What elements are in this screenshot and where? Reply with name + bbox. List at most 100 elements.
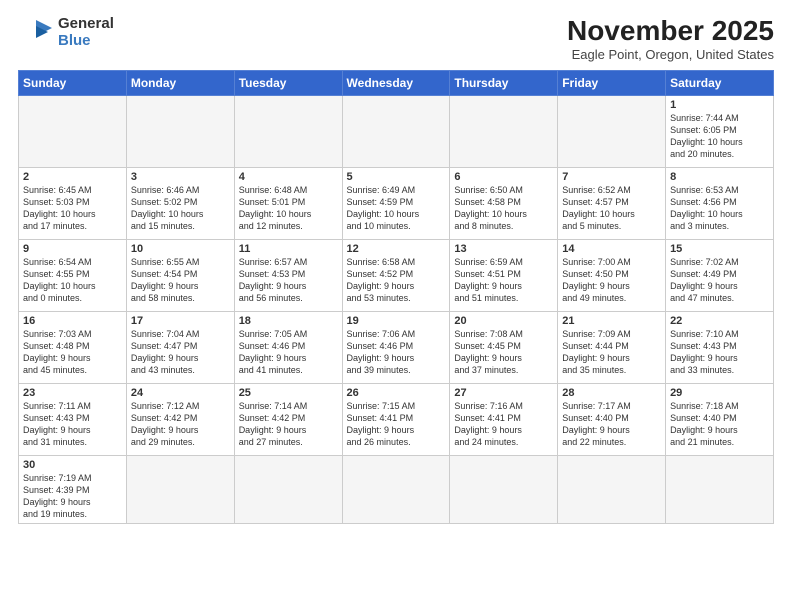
weekday-header-monday: Monday (126, 70, 234, 95)
day-number: 22 (670, 315, 769, 327)
logo-icon (18, 18, 54, 48)
day-info: Sunrise: 6:53 AM Sunset: 4:56 PM Dayligh… (670, 184, 769, 233)
day-number: 16 (23, 315, 122, 327)
day-info: Sunrise: 6:52 AM Sunset: 4:57 PM Dayligh… (562, 184, 661, 233)
calendar-cell: 23Sunrise: 7:11 AM Sunset: 4:43 PM Dayli… (19, 383, 127, 455)
calendar-cell: 22Sunrise: 7:10 AM Sunset: 4:43 PM Dayli… (666, 311, 774, 383)
calendar-week-row: 1Sunrise: 7:44 AM Sunset: 6:05 PM Daylig… (19, 95, 774, 167)
calendar-cell (19, 95, 127, 167)
logo-general: General (58, 15, 114, 32)
weekday-header-thursday: Thursday (450, 70, 558, 95)
day-number: 8 (670, 171, 769, 183)
day-number: 7 (562, 171, 661, 183)
day-info: Sunrise: 6:54 AM Sunset: 4:55 PM Dayligh… (23, 256, 122, 305)
day-number: 6 (454, 171, 553, 183)
weekday-header-wednesday: Wednesday (342, 70, 450, 95)
calendar-cell (558, 95, 666, 167)
day-number: 11 (239, 243, 338, 255)
weekday-header-friday: Friday (558, 70, 666, 95)
calendar-cell (126, 95, 234, 167)
day-number: 26 (347, 387, 446, 399)
day-info: Sunrise: 7:08 AM Sunset: 4:45 PM Dayligh… (454, 328, 553, 377)
weekday-header-saturday: Saturday (666, 70, 774, 95)
calendar-cell: 16Sunrise: 7:03 AM Sunset: 4:48 PM Dayli… (19, 311, 127, 383)
day-number: 17 (131, 315, 230, 327)
logo-blue: Blue (58, 32, 91, 49)
calendar-cell: 14Sunrise: 7:00 AM Sunset: 4:50 PM Dayli… (558, 239, 666, 311)
day-info: Sunrise: 6:57 AM Sunset: 4:53 PM Dayligh… (239, 256, 338, 305)
calendar-week-row: 30Sunrise: 7:19 AM Sunset: 4:39 PM Dayli… (19, 455, 774, 524)
calendar-cell: 21Sunrise: 7:09 AM Sunset: 4:44 PM Dayli… (558, 311, 666, 383)
day-info: Sunrise: 7:00 AM Sunset: 4:50 PM Dayligh… (562, 256, 661, 305)
calendar-cell: 12Sunrise: 6:58 AM Sunset: 4:52 PM Dayli… (342, 239, 450, 311)
calendar-cell: 4Sunrise: 6:48 AM Sunset: 5:01 PM Daylig… (234, 167, 342, 239)
calendar-cell: 1Sunrise: 7:44 AM Sunset: 6:05 PM Daylig… (666, 95, 774, 167)
day-info: Sunrise: 6:50 AM Sunset: 4:58 PM Dayligh… (454, 184, 553, 233)
day-info: Sunrise: 7:02 AM Sunset: 4:49 PM Dayligh… (670, 256, 769, 305)
calendar-cell: 24Sunrise: 7:12 AM Sunset: 4:42 PM Dayli… (126, 383, 234, 455)
calendar-cell: 28Sunrise: 7:17 AM Sunset: 4:40 PM Dayli… (558, 383, 666, 455)
calendar-cell: 9Sunrise: 6:54 AM Sunset: 4:55 PM Daylig… (19, 239, 127, 311)
logo-text: General Blue (58, 16, 114, 49)
logo: General Blue (18, 16, 114, 49)
day-number: 24 (131, 387, 230, 399)
day-number: 4 (239, 171, 338, 183)
day-number: 1 (670, 99, 769, 111)
calendar-cell (342, 455, 450, 524)
title-block: November 2025 Eagle Point, Oregon, Unite… (567, 16, 774, 62)
day-number: 14 (562, 243, 661, 255)
calendar-cell: 5Sunrise: 6:49 AM Sunset: 4:59 PM Daylig… (342, 167, 450, 239)
calendar-cell: 11Sunrise: 6:57 AM Sunset: 4:53 PM Dayli… (234, 239, 342, 311)
calendar-cell: 7Sunrise: 6:52 AM Sunset: 4:57 PM Daylig… (558, 167, 666, 239)
calendar-week-row: 16Sunrise: 7:03 AM Sunset: 4:48 PM Dayli… (19, 311, 774, 383)
day-number: 18 (239, 315, 338, 327)
day-info: Sunrise: 6:48 AM Sunset: 5:01 PM Dayligh… (239, 184, 338, 233)
calendar-week-row: 9Sunrise: 6:54 AM Sunset: 4:55 PM Daylig… (19, 239, 774, 311)
calendar-cell: 29Sunrise: 7:18 AM Sunset: 4:40 PM Dayli… (666, 383, 774, 455)
calendar-cell: 10Sunrise: 6:55 AM Sunset: 4:54 PM Dayli… (126, 239, 234, 311)
day-number: 21 (562, 315, 661, 327)
day-number: 10 (131, 243, 230, 255)
calendar-cell (234, 95, 342, 167)
calendar-cell (126, 455, 234, 524)
day-number: 23 (23, 387, 122, 399)
calendar-cell: 3Sunrise: 6:46 AM Sunset: 5:02 PM Daylig… (126, 167, 234, 239)
day-info: Sunrise: 6:45 AM Sunset: 5:03 PM Dayligh… (23, 184, 122, 233)
day-number: 5 (347, 171, 446, 183)
day-info: Sunrise: 7:19 AM Sunset: 4:39 PM Dayligh… (23, 472, 122, 521)
calendar-cell: 2Sunrise: 6:45 AM Sunset: 5:03 PM Daylig… (19, 167, 127, 239)
day-info: Sunrise: 7:15 AM Sunset: 4:41 PM Dayligh… (347, 400, 446, 449)
calendar-cell (450, 455, 558, 524)
day-info: Sunrise: 7:04 AM Sunset: 4:47 PM Dayligh… (131, 328, 230, 377)
calendar-cell (558, 455, 666, 524)
day-info: Sunrise: 7:44 AM Sunset: 6:05 PM Dayligh… (670, 112, 769, 161)
day-number: 19 (347, 315, 446, 327)
day-info: Sunrise: 6:49 AM Sunset: 4:59 PM Dayligh… (347, 184, 446, 233)
day-number: 30 (23, 459, 122, 471)
day-number: 20 (454, 315, 553, 327)
day-info: Sunrise: 7:09 AM Sunset: 4:44 PM Dayligh… (562, 328, 661, 377)
day-number: 25 (239, 387, 338, 399)
day-number: 28 (562, 387, 661, 399)
calendar-cell (342, 95, 450, 167)
month-title: November 2025 (567, 16, 774, 47)
calendar-week-row: 2Sunrise: 6:45 AM Sunset: 5:03 PM Daylig… (19, 167, 774, 239)
calendar-cell: 30Sunrise: 7:19 AM Sunset: 4:39 PM Dayli… (19, 455, 127, 524)
day-info: Sunrise: 6:46 AM Sunset: 5:02 PM Dayligh… (131, 184, 230, 233)
calendar-cell: 25Sunrise: 7:14 AM Sunset: 4:42 PM Dayli… (234, 383, 342, 455)
weekday-header-sunday: Sunday (19, 70, 127, 95)
calendar-cell: 19Sunrise: 7:06 AM Sunset: 4:46 PM Dayli… (342, 311, 450, 383)
calendar-cell (234, 455, 342, 524)
day-number: 12 (347, 243, 446, 255)
page-header: General Blue November 2025 Eagle Point, … (18, 16, 774, 62)
calendar-cell: 8Sunrise: 6:53 AM Sunset: 4:56 PM Daylig… (666, 167, 774, 239)
calendar-cell: 20Sunrise: 7:08 AM Sunset: 4:45 PM Dayli… (450, 311, 558, 383)
day-info: Sunrise: 6:58 AM Sunset: 4:52 PM Dayligh… (347, 256, 446, 305)
day-info: Sunrise: 6:55 AM Sunset: 4:54 PM Dayligh… (131, 256, 230, 305)
day-info: Sunrise: 7:10 AM Sunset: 4:43 PM Dayligh… (670, 328, 769, 377)
day-info: Sunrise: 7:18 AM Sunset: 4:40 PM Dayligh… (670, 400, 769, 449)
day-info: Sunrise: 7:14 AM Sunset: 4:42 PM Dayligh… (239, 400, 338, 449)
day-number: 13 (454, 243, 553, 255)
day-info: Sunrise: 7:16 AM Sunset: 4:41 PM Dayligh… (454, 400, 553, 449)
calendar-cell (666, 455, 774, 524)
